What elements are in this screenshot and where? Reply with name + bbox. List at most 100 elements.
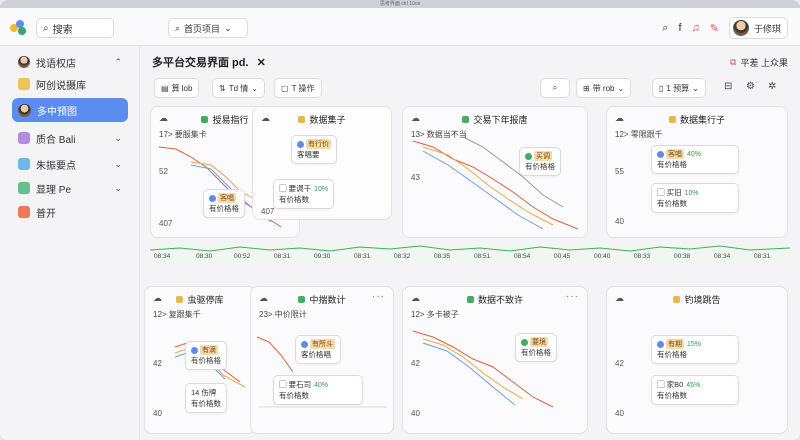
clipboard-icon	[18, 182, 30, 194]
pill-title: 有行价	[306, 139, 331, 149]
bell-icon[interactable]: ♫	[692, 22, 700, 34]
sidebar-item-2[interactable]: 多中预图	[12, 98, 128, 122]
card-title-text: 数据集行子	[679, 115, 725, 125]
card-3[interactable]: ☁ 数据集行子 12> 零限跟千 55 40 客唱 40% 有价格格 ▢ 买旧 10%…	[606, 106, 788, 238]
trend-chart	[412, 330, 554, 408]
sidebar-item-4[interactable]: 朱振要点 ⌄	[12, 154, 128, 174]
card-pill-2[interactable]: ▢ 要调千 10% 有价格数	[273, 179, 335, 209]
status-dot-icon	[668, 116, 676, 123]
toolbar-button-2[interactable]: ⇅ Td 情 ⌄	[212, 78, 265, 98]
workspace-select[interactable]: ⌕ 首页项目 ⌄	[168, 18, 248, 38]
search-value: 搜索	[52, 24, 73, 36]
pill-sub: 有价格数	[657, 199, 687, 208]
search-icon[interactable]: ⌕	[662, 22, 668, 35]
pill-sub: 有价格数	[657, 391, 687, 400]
card-pill-1[interactable]: 要境 有价格格	[515, 333, 557, 362]
card-num1: 42	[615, 359, 624, 368]
toolbar-button-3[interactable]: ▢ T 操作	[274, 78, 322, 98]
card-7[interactable]: ☁ 钓境跳告 42 40 有期 15% 有价格格 ▢ 家B0 45% 有价格数	[606, 286, 788, 434]
search-input[interactable]: ⌕ 搜索	[36, 18, 114, 38]
shield-icon	[18, 158, 30, 170]
card-1[interactable]: ☁ 数据集子 407 有行价 客唱要 ▢ 要调千 10% 有价格数	[252, 106, 392, 220]
table-icon: ▤	[161, 83, 169, 93]
card-pill-1[interactable]: 客唱 40% 有价格格	[651, 145, 739, 174]
card-pill-1[interactable]: 客唱 有价格格	[203, 189, 245, 218]
sidebar-item-label: 多中预图	[37, 106, 77, 118]
folder-icon	[18, 78, 30, 90]
filter-icon: ⊞	[583, 83, 590, 93]
timeline-label: 08:34	[154, 253, 171, 260]
toolbar-button-label: 带 rob	[592, 83, 615, 93]
window-title: 思考界面 ctrl 10ce	[379, 1, 421, 7]
card-6[interactable]: ☁ 数据不致许 ··· 12> 多卡被子 42 40 要境 有价格格	[402, 286, 588, 434]
avatar	[18, 56, 30, 68]
toolbar-search-button[interactable]: ⌕	[540, 78, 570, 98]
timeline-label: 00:38	[674, 253, 691, 260]
sort-icon: ⇅	[219, 83, 226, 93]
gear-icon[interactable]: ✲	[768, 81, 776, 92]
pill-sub: 有价格格	[525, 162, 555, 171]
flag-icon	[18, 206, 30, 218]
sidebar-item-0[interactable]: 找语权店 ⌃	[12, 52, 128, 72]
card-pill-1[interactable]: 有所斗 客价格唱	[295, 335, 341, 364]
user-menu[interactable]: 于修琪	[728, 17, 788, 39]
sidebar-item-label: 找语权店	[36, 58, 76, 70]
card-pill-1[interactable]: 有行价 客唱要	[291, 135, 337, 164]
toolbar-button-1[interactable]: ▤ 算 lob	[154, 78, 200, 98]
pill-title: 要境	[530, 337, 548, 347]
user-name: 于修琪	[753, 23, 781, 34]
timeline-label: 08:32	[394, 253, 411, 260]
settings-icon[interactable]: ⚙	[746, 81, 755, 92]
chevron-down-icon: ⌄	[251, 83, 258, 93]
sidebar-item-6[interactable]: 普开	[12, 202, 128, 222]
sidebar-item-1[interactable]: 阿创说摄库	[12, 74, 128, 94]
card-4[interactable]: ☁ 虫驱停库 12> 复跟集千 42 40 有滴 有价格格 14 伤牌 有价格数	[144, 286, 256, 434]
timeline-label: 08:31	[274, 253, 291, 260]
pill-sub: 有价格格	[657, 350, 687, 359]
timeline-label: 08:33	[634, 253, 651, 260]
pill-sub: 有价格数	[279, 195, 309, 204]
toolbar-button-5[interactable]: ▯ 1 预算 ⌄	[652, 78, 706, 98]
card-pill-1[interactable]: 买调 有价格格	[519, 147, 561, 176]
status-dot-icon	[521, 338, 528, 346]
pill-title: 要石司	[288, 380, 312, 389]
sidebar-item-5[interactable]: 显理 Pe ⌄	[12, 178, 128, 198]
card-pill-2[interactable]: ▢ 买旧 10% 有价格数	[651, 183, 739, 213]
search-icon: ⌕	[175, 22, 181, 33]
card-pill-2[interactable]: ▢ 要石司 40% 有价格数	[273, 375, 363, 405]
status-dot-icon	[191, 346, 198, 354]
toolbar-button-4[interactable]: ⊞ 带 rob ⌄	[576, 78, 632, 98]
timeline-strip: 08:34 08:30 00:52 08:31 09:30 08:31 08:3…	[150, 242, 790, 262]
pill-pct: 45%	[686, 382, 701, 389]
pill-title: 买调	[534, 151, 552, 161]
card-pill-2[interactable]: 14 伤牌 有价格数	[185, 383, 227, 413]
card-pill-1[interactable]: 有期 15% 有价格格	[651, 335, 739, 364]
pill-title: 买旧	[666, 188, 682, 197]
app-logo-icon[interactable]	[10, 20, 28, 36]
card-num2: 40	[615, 217, 624, 226]
facebook-icon[interactable]: f	[678, 22, 681, 34]
trend-line-red	[256, 336, 294, 373]
timeline-label: 08:51	[474, 253, 491, 260]
close-icon[interactable]: ✕	[257, 56, 266, 69]
pill-sub: 有价格数	[279, 391, 309, 400]
pill-sub: 有价格格	[209, 204, 239, 213]
top-right-label: 平差 上众果	[740, 58, 788, 68]
pill-title: 有滴	[200, 345, 218, 355]
sidebar-item-3[interactable]: 质合 Bali ⌄	[12, 128, 128, 148]
card-pill-1[interactable]: 有滴 有价格格	[185, 341, 227, 370]
edit-icon[interactable]: ✎	[710, 22, 719, 35]
sidebar: 找语权店 ⌃ 阿创说摄库 多中预图 质合 Bali ⌄ 朱振要点 ⌄ 显理 Pe…	[0, 46, 140, 440]
top-right-action[interactable]: ⧉ 平差 上众果	[730, 56, 788, 69]
status-dot-icon	[657, 340, 664, 348]
pill-title: 客唱	[218, 193, 236, 203]
chevron-up-icon: ⌃	[114, 56, 122, 67]
card-pill-2[interactable]: ▢ 家B0 45% 有价格数	[651, 375, 739, 405]
card-5[interactable]: ☁ 中揣数计 ··· 23> 中价限计 有所斗 客价格唱 ▢ 要石司 40% 有价格数	[250, 286, 394, 434]
search-icon: ⌕	[43, 22, 49, 34]
grid-icon[interactable]: ⊟	[724, 81, 732, 92]
card-subtitle: 12> 零限跟千	[615, 130, 663, 139]
card-2[interactable]: ☁ 交易下年报唐 13> 数据当不当 43 买调 有价格格	[402, 106, 588, 238]
doc-icon: ▯	[659, 83, 664, 93]
toolbar-button-label: 1 预算	[666, 83, 690, 93]
